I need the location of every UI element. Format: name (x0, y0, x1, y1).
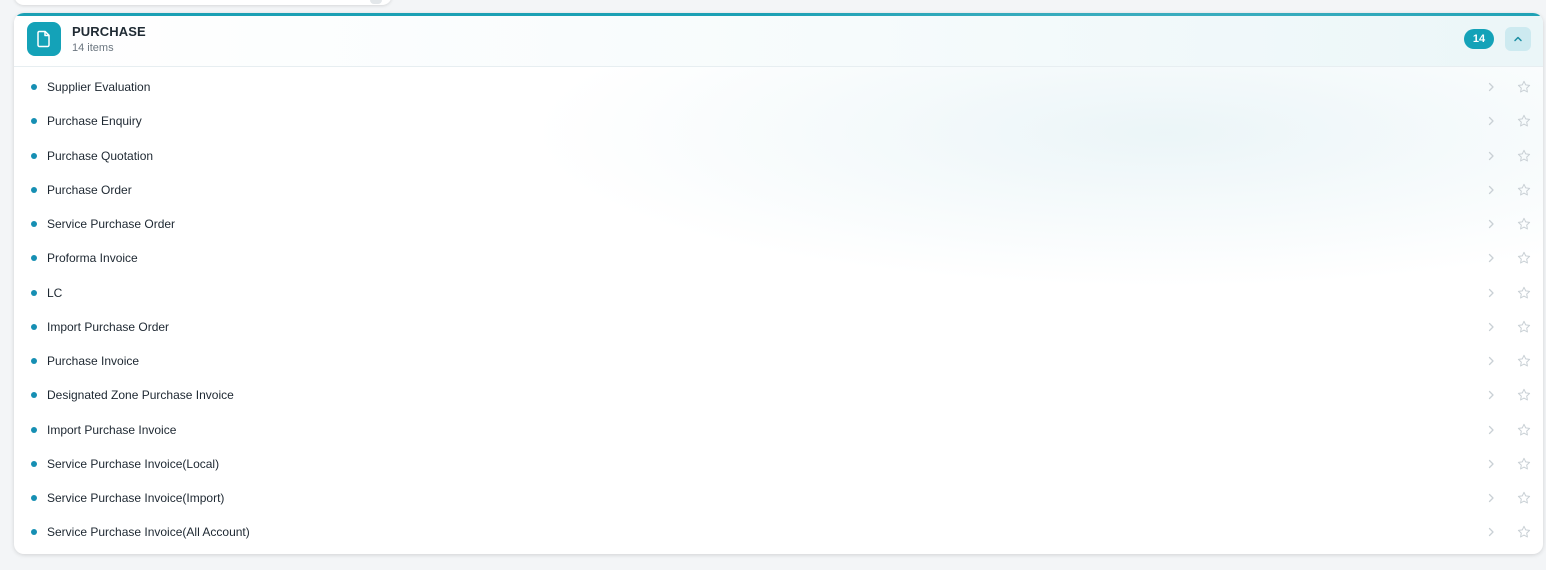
menu-item-label: Service Purchase Invoice(Local) (47, 456, 220, 471)
chevron-right-icon[interactable] (1486, 389, 1496, 401)
star-outline-icon[interactable] (1517, 217, 1531, 231)
bullet-dot (31, 84, 37, 90)
star-outline-icon[interactable] (1517, 491, 1531, 505)
purchase-section-card: PURCHASE 14 items 14 Supplier Evaluation… (14, 13, 1543, 554)
menu-item-label: Proforma Invoice (47, 251, 138, 266)
star-outline-icon[interactable] (1517, 388, 1531, 402)
menu-item-label: Purchase Order (47, 182, 132, 197)
menu-item-service-purchase-invoice-local[interactable]: Service Purchase Invoice(Local) (14, 447, 1543, 481)
chevron-right-icon[interactable] (1486, 287, 1496, 299)
bullet-dot (31, 152, 37, 159)
collapse-button[interactable] (1505, 27, 1531, 51)
bullet-dot (31, 221, 37, 227)
menu-item-service-purchase-invoice-all-account[interactable]: Service Purchase Invoice(All Account) (14, 515, 1543, 549)
menu-item-label: Service Purchase Order (47, 217, 176, 231)
star-outline-icon[interactable] (1517, 149, 1531, 163)
section-title: PURCHASE (72, 24, 146, 39)
menu-item-purchase-order[interactable]: Purchase Order (14, 173, 1543, 207)
menu-item-purchase-enquiry[interactable]: Purchase Enquiry (14, 104, 1543, 138)
chevron-right-icon[interactable] (1486, 424, 1496, 436)
menu-item-proforma-invoice[interactable]: Proforma Invoice (14, 241, 1543, 275)
menu-list: Supplier Evaluation Purchase Enquiry Purch… (14, 70, 1543, 550)
menu-item-label: Import Purchase Invoice (47, 422, 177, 437)
bullet-dot (31, 392, 37, 399)
bullet-dot (31, 426, 37, 433)
chevron-right-icon[interactable] (1486, 218, 1496, 230)
menu-item-supplier-evaluation[interactable]: Supplier Evaluation (14, 70, 1543, 104)
chevron-right-icon[interactable] (1486, 81, 1496, 93)
menu-item-import-purchase-invoice[interactable]: Import Purchase Invoice (14, 413, 1543, 447)
menu-item-service-purchase-invoice-import[interactable]: Service Purchase Invoice(Import) (14, 481, 1543, 515)
star-outline-icon[interactable] (1517, 423, 1531, 437)
star-outline-icon[interactable] (1517, 114, 1531, 128)
bullet-dot (31, 289, 37, 296)
section-item-count: 14 items (72, 42, 114, 54)
star-outline-icon[interactable] (1517, 183, 1531, 197)
document-icon (27, 22, 61, 56)
menu-item-label: Import Purchase Order (47, 319, 170, 334)
menu-item-label: LC (47, 285, 63, 300)
star-outline-icon[interactable] (1517, 354, 1531, 368)
chevron-right-icon[interactable] (1486, 150, 1496, 162)
menu-item-label: Service Purchase Invoice(All Account) (47, 525, 250, 540)
previous-section-control-edge (370, 0, 382, 4)
bullet-dot (31, 495, 37, 501)
menu-item-label: Purchase Enquiry (47, 114, 142, 129)
chevron-right-icon[interactable] (1486, 458, 1496, 470)
menu-item-label: Service Purchase Invoice(Import) (47, 491, 225, 505)
chevron-up-icon (1514, 36, 1522, 42)
section-header[interactable]: PURCHASE 14 items 14 (14, 16, 1543, 67)
bullet-dot (31, 255, 37, 262)
menu-item-purchase-invoice[interactable]: Purchase Invoice (14, 344, 1543, 378)
chevron-right-icon[interactable] (1486, 184, 1496, 196)
star-outline-icon[interactable] (1517, 320, 1531, 334)
menu-item-label: Purchase Invoice (47, 354, 140, 368)
menu-item-lc[interactable]: LC (14, 276, 1543, 310)
menu-item-label: Designated Zone Purchase Invoice (47, 388, 234, 403)
chevron-right-icon[interactable] (1486, 526, 1496, 538)
bullet-dot (31, 529, 37, 536)
star-outline-icon[interactable] (1517, 286, 1531, 300)
previous-section-card-edge (14, 0, 392, 5)
bullet-dot (31, 186, 37, 193)
chevron-right-icon[interactable] (1486, 252, 1496, 264)
count-badge: 14 (1464, 29, 1494, 49)
chevron-right-icon[interactable] (1486, 492, 1496, 504)
star-outline-icon[interactable] (1517, 457, 1531, 471)
bullet-dot (31, 460, 37, 467)
menu-item-label: Supplier Evaluation (47, 80, 151, 94)
star-outline-icon[interactable] (1517, 80, 1531, 94)
menu-item-designated-zone-purchase-invoice[interactable]: Designated Zone Purchase Invoice (14, 378, 1543, 412)
menu-item-service-purchase-order[interactable]: Service Purchase Order (14, 207, 1543, 241)
bullet-dot (31, 118, 37, 125)
bullet-dot (31, 358, 37, 364)
menu-item-label: Purchase Quotation (47, 148, 154, 163)
chevron-right-icon[interactable] (1486, 355, 1496, 367)
menu-item-import-purchase-order[interactable]: Import Purchase Order (14, 310, 1543, 344)
star-outline-icon[interactable] (1517, 525, 1531, 539)
chevron-right-icon[interactable] (1486, 115, 1496, 127)
chevron-right-icon[interactable] (1486, 321, 1496, 333)
bullet-dot (31, 323, 37, 330)
star-outline-icon[interactable] (1517, 251, 1531, 265)
menu-item-purchase-quotation[interactable]: Purchase Quotation (14, 139, 1543, 173)
